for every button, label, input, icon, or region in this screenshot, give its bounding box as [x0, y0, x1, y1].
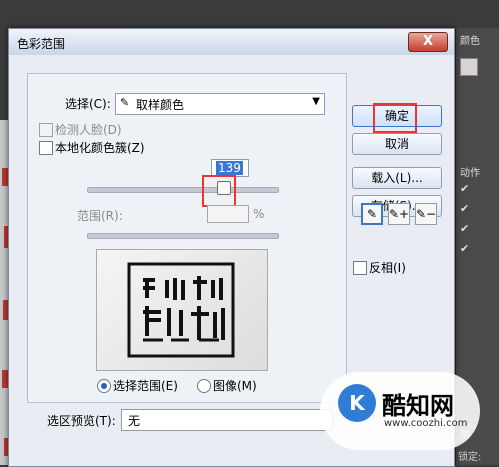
watermark-text: 酷知网 [382, 392, 454, 420]
eyedropper-subtract-icon[interactable]: ✎− [415, 203, 437, 225]
percent-label: % [253, 207, 265, 221]
invert-label: 反相(I) [369, 261, 406, 275]
select-value: 取样颜色 [136, 98, 185, 112]
detect-faces-checkbox[interactable] [39, 123, 53, 137]
check-icon: ✔ [460, 182, 470, 195]
range-slider-track[interactable] [87, 233, 279, 239]
fuzziness-slider-track[interactable] [87, 187, 279, 193]
check-icon: ✔ [460, 242, 470, 255]
load-button[interactable]: 载入(L)... [352, 167, 442, 189]
selection-preview-value: 无 [128, 414, 141, 428]
selection-preview-select[interactable]: 无 [121, 409, 333, 431]
close-button[interactable]: X [408, 32, 448, 52]
localized-clusters-checkbox[interactable] [39, 141, 53, 155]
radio-image[interactable] [197, 379, 211, 393]
tab-actions[interactable]: 动作 [460, 164, 480, 179]
selection-preview-label: 选区预览(T): [47, 414, 116, 428]
fuzziness-value: 139 [216, 161, 243, 175]
check-icon: ✔ [460, 202, 470, 215]
range-input[interactable] [207, 205, 249, 223]
radio-image-label: 图像(M) [213, 379, 257, 393]
tab-color[interactable]: 颜色 [460, 32, 480, 47]
watermark: K 酷知网 www.coozhi.com [320, 372, 480, 450]
radio-selection-label: 选择范围(E) [113, 379, 178, 393]
select-label: 选择(C): [65, 97, 111, 111]
lock-label: 锁定: [458, 452, 482, 463]
range-label: 范围(R): [77, 209, 123, 223]
watermark-url: www.coozhi.com [384, 418, 468, 429]
invert-checkbox[interactable] [353, 261, 367, 275]
localized-clusters-label: 本地化颜色簇(Z) [55, 141, 145, 155]
eyedropper-icon[interactable]: ✎ [361, 203, 383, 225]
foreground-swatch[interactable] [460, 58, 478, 76]
cancel-button[interactable]: 取消 [352, 133, 442, 155]
chevron-down-icon: ▼ [312, 96, 320, 107]
seal-preview-image [127, 262, 235, 358]
ok-highlight [373, 103, 417, 133]
dialog-title: 色彩范围 [17, 37, 66, 51]
eyedropper-icon: ✎ [120, 96, 130, 109]
dialog-titlebar[interactable]: 色彩范围 X [9, 29, 454, 56]
check-icon: ✔ [460, 222, 470, 235]
eyedropper-add-icon[interactable]: ✎+ [388, 203, 410, 225]
selection-preview-area[interactable] [96, 249, 268, 371]
watermark-logo-icon: K [338, 384, 376, 422]
select-dropdown[interactable]: ✎ 取样颜色 ▼ [115, 93, 325, 115]
detect-faces-label: 检测人脸(D) [55, 123, 122, 137]
highlight-box [202, 175, 236, 207]
radio-selection[interactable] [97, 379, 111, 393]
